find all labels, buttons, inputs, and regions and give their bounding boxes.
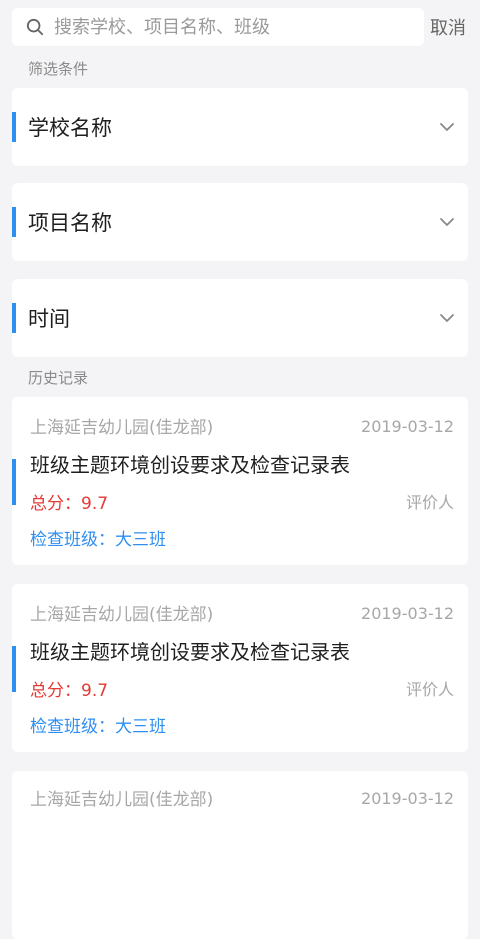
accent-bar [12,646,16,692]
search-bar[interactable] [12,8,424,46]
record-date: 2019-03-12 [361,604,454,623]
record-evaluator: 评价人 [405,680,454,699]
filter-label: 学校名称 [28,116,112,140]
history-record-card[interactable]: 上海延吉幼儿园(佳龙部) 2019-03-12 [12,771,468,939]
accent-bar [12,207,16,237]
filter-label: 时间 [28,307,70,331]
search-icon [26,18,44,36]
history-record-card[interactable]: 上海延吉幼儿园(佳龙部) 2019-03-12 班级主题环境创设要求及检查记录表… [12,397,468,565]
record-class: 检查班级：大三班 [30,530,166,550]
record-date: 2019-03-12 [361,789,454,808]
accent-bar [12,112,16,142]
record-title: 班级主题环境创设要求及检查记录表 [30,453,350,477]
record-school: 上海延吉幼儿园(佳龙部) [30,418,214,438]
record-school: 上海延吉幼儿园(佳龙部) [30,790,214,810]
filter-time-dropdown[interactable]: 时间 [12,279,468,357]
record-school: 上海延吉幼儿园(佳龙部) [30,605,214,625]
record-score: 总分：9.7 [30,494,109,514]
record-class: 检查班级：大三班 [30,717,166,737]
chevron-down-icon [440,218,454,226]
history-section-label: 历史记录 [28,369,89,387]
record-evaluator: 评价人 [405,493,454,512]
filter-school-dropdown[interactable]: 学校名称 [12,88,468,166]
chevron-down-icon [440,314,454,322]
filter-section-label: 筛选条件 [28,60,89,78]
accent-bar [12,459,16,505]
accent-bar [12,303,16,333]
filter-project-dropdown[interactable]: 项目名称 [12,183,468,261]
record-title: 班级主题环境创设要求及检查记录表 [30,640,350,664]
record-score: 总分：9.7 [30,681,109,701]
chevron-down-icon [440,123,454,131]
history-record-card[interactable]: 上海延吉幼儿园(佳龙部) 2019-03-12 班级主题环境创设要求及检查记录表… [12,584,468,752]
record-date: 2019-03-12 [361,417,454,436]
cancel-button[interactable]: 取消 [430,14,466,40]
search-input[interactable] [52,15,416,39]
filter-label: 项目名称 [28,211,112,235]
